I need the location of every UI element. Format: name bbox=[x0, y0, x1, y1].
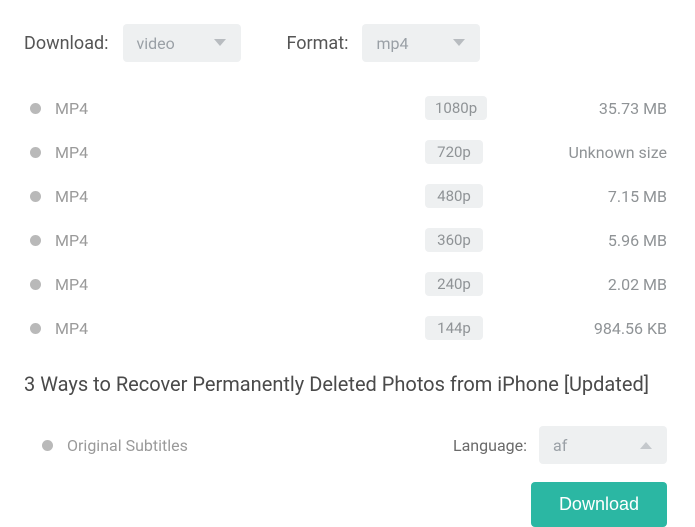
subtitles-row: Original Subtitles Language: af bbox=[24, 426, 667, 464]
language-select[interactable]: af bbox=[539, 426, 667, 464]
page-title: 3 Ways to Recover Permanently Deleted Ph… bbox=[24, 370, 667, 398]
size-cell: 7.15 MB bbox=[547, 187, 667, 206]
bullet-icon bbox=[30, 147, 41, 158]
language-label: Language: bbox=[453, 436, 527, 455]
options-bar: Download: video Format: mp4 bbox=[24, 24, 667, 62]
bullet-icon bbox=[30, 103, 41, 114]
size-cell: 984.56 KB bbox=[547, 319, 667, 338]
format-cell: MP4 bbox=[55, 187, 425, 206]
resolution-badge: 720p bbox=[425, 140, 483, 164]
resolution-badge: 360p bbox=[425, 228, 483, 252]
format-cell: MP4 bbox=[55, 319, 425, 338]
download-label: Download: bbox=[24, 33, 109, 54]
list-item[interactable]: MP4 1080p 35.73 MB bbox=[24, 86, 667, 130]
format-select[interactable]: mp4 bbox=[362, 24, 480, 62]
format-cell: MP4 bbox=[55, 99, 425, 118]
format-label: Format: bbox=[287, 33, 349, 54]
size-cell: 5.96 MB bbox=[547, 231, 667, 250]
bullet-icon bbox=[30, 235, 41, 246]
resolution-badge: 1080p bbox=[425, 96, 487, 120]
download-type-select[interactable]: video bbox=[123, 24, 241, 62]
chevron-down-icon bbox=[213, 38, 227, 48]
bullet-icon bbox=[30, 191, 41, 202]
chevron-up-icon bbox=[639, 440, 653, 450]
list-item[interactable]: MP4 240p 2.02 MB bbox=[24, 262, 667, 306]
format-cell: MP4 bbox=[55, 143, 425, 162]
actions-row: Download bbox=[24, 482, 667, 527]
size-cell: 35.73 MB bbox=[547, 99, 667, 118]
resolution-badge: 144p bbox=[425, 316, 483, 340]
list-item[interactable]: MP4 144p 984.56 KB bbox=[24, 306, 667, 350]
bullet-icon bbox=[30, 323, 41, 334]
bullet-icon bbox=[42, 440, 53, 451]
bullet-icon bbox=[30, 279, 41, 290]
chevron-down-icon bbox=[452, 38, 466, 48]
size-cell: Unknown size bbox=[547, 143, 667, 162]
format-cell: MP4 bbox=[55, 231, 425, 250]
size-cell: 2.02 MB bbox=[547, 275, 667, 294]
list-item[interactable]: MP4 720p Unknown size bbox=[24, 130, 667, 174]
resolution-badge: 240p bbox=[425, 272, 483, 296]
format-cell: MP4 bbox=[55, 275, 425, 294]
download-button[interactable]: Download bbox=[531, 482, 667, 527]
list-item[interactable]: MP4 480p 7.15 MB bbox=[24, 174, 667, 218]
format-value: mp4 bbox=[376, 34, 408, 53]
list-item[interactable]: MP4 360p 5.96 MB bbox=[24, 218, 667, 262]
download-type-value: video bbox=[137, 34, 175, 53]
subtitles-label: Original Subtitles bbox=[67, 436, 188, 455]
language-value: af bbox=[553, 436, 567, 455]
resolution-badge: 480p bbox=[425, 184, 483, 208]
format-list: MP4 1080p 35.73 MB MP4 720p Unknown size… bbox=[24, 86, 667, 350]
